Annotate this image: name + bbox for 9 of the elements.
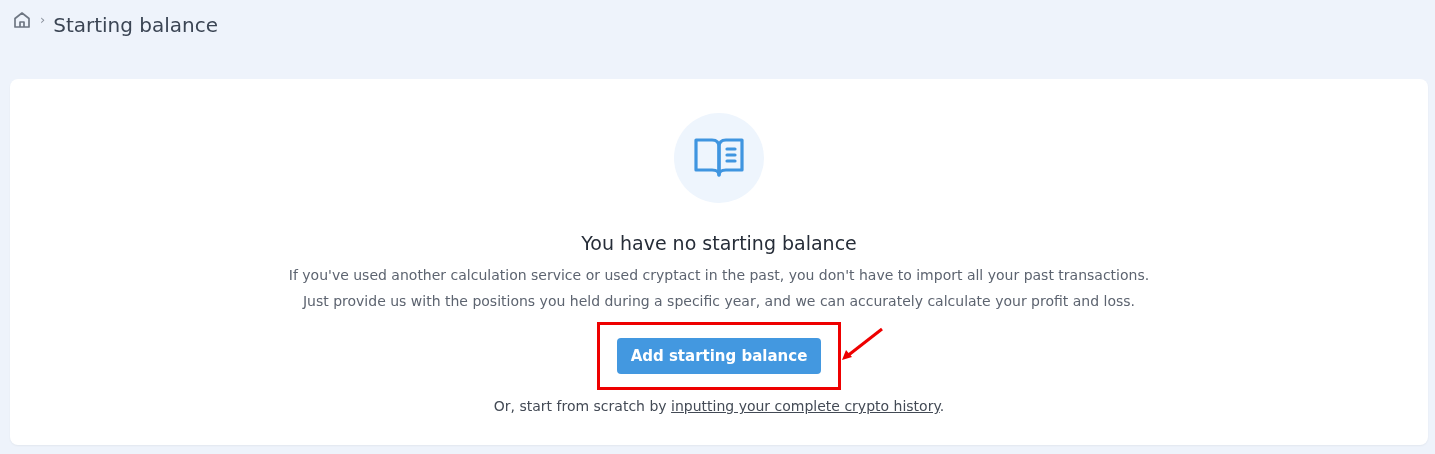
history-link[interactable]: inputting your complete crypto history: [671, 398, 940, 414]
description-text: Just provide us with the positions you held during a specific year, and we can accurately calculate your profit and loss.: [301, 291, 1137, 311]
alternative-text: Or, start from scratch by inputting your complete crypto history.: [493, 397, 945, 416]
description-text: If you've used another calculation service or used cryptact in the past, you don't have to import all your past transactions.: [288, 265, 1150, 285]
empty-state-title: You have no starting balance: [581, 231, 857, 256]
breadcrumb-separator: ›: [40, 11, 46, 29]
breadcrumb-current: Starting balance: [53, 12, 219, 39]
book-icon: [694, 137, 744, 179]
home-icon[interactable]: [12, 10, 32, 30]
